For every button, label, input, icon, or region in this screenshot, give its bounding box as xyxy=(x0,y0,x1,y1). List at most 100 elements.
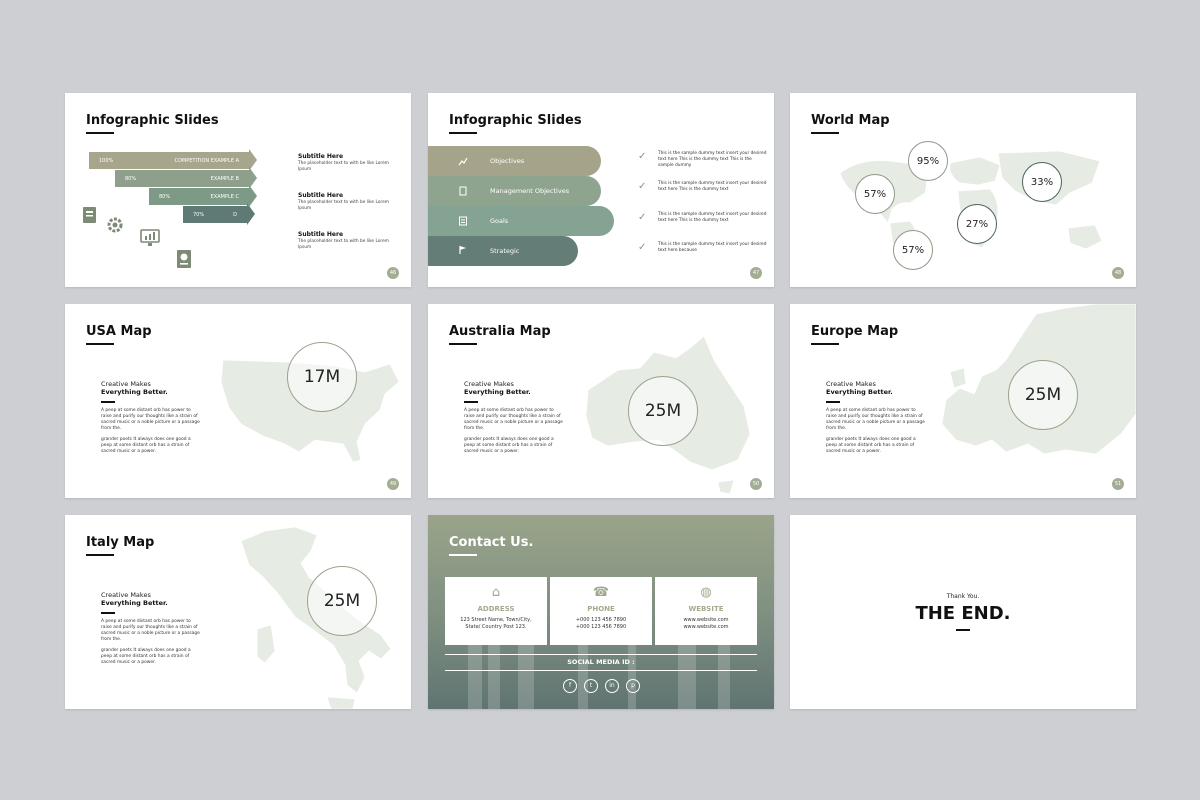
value-circle: 25M xyxy=(307,566,377,636)
facebook-icon[interactable]: f xyxy=(563,679,577,693)
percent-circle: 57% xyxy=(855,174,895,214)
card-label: WEBSITE xyxy=(688,605,724,613)
pill-goals: Goals xyxy=(428,206,614,236)
slide-title: Australia Map xyxy=(449,324,551,339)
text-heading-1: Creative Makes xyxy=(826,380,876,388)
check-icon: ✓ xyxy=(638,151,647,162)
page-number: 48 xyxy=(1112,267,1124,279)
row-pct: 80% xyxy=(125,175,137,182)
arrow-row-c: 80% EXAMPLE C xyxy=(149,185,257,207)
slide-title: World Map xyxy=(811,113,890,128)
check-text: This is the sample dummy text insert you… xyxy=(658,181,767,192)
arrow-row-d: 70% D xyxy=(183,203,255,225)
social-divider-top xyxy=(445,654,757,655)
text-heading-1: Creative Makes xyxy=(464,380,514,388)
pinterest-icon[interactable]: p xyxy=(626,679,640,693)
text-paragraph: grander poets It always does one good a … xyxy=(464,436,554,454)
twitter-icon[interactable]: t xyxy=(584,679,598,693)
pill-label: Strategic xyxy=(490,247,520,255)
text-paragraph: A peep at some distant orb has power to … xyxy=(101,618,200,642)
slide-usa-map[interactable]: USA Map 17M Creative Makes Everything Be… xyxy=(65,304,411,498)
card-line: +000 123 456 7890 xyxy=(575,624,627,630)
slide-australia-map[interactable]: Australia Map 25M Creative Makes Everyth… xyxy=(428,304,774,498)
globe-icon: ◍ xyxy=(700,585,712,600)
title-underline xyxy=(811,343,839,345)
chart-icon xyxy=(458,157,468,166)
card-line: www.website.com xyxy=(683,617,729,623)
slide-infographic-1[interactable]: Infographic Slides 100% COMPETITION EXAM… xyxy=(65,93,411,287)
slide-title: Europe Map xyxy=(811,324,899,339)
text-paragraph: A peep at some distant orb has power to … xyxy=(826,407,925,431)
text-divider xyxy=(101,612,115,614)
end-title: THE END. xyxy=(915,603,1011,624)
text-divider xyxy=(826,401,840,403)
subtitle-text: The placeholder text to with be like Lor… xyxy=(298,161,389,172)
monitor-chart-icon xyxy=(140,229,160,246)
text-block: Creative Makes Everything Better. A peep… xyxy=(101,380,201,460)
check-icon: ✓ xyxy=(638,212,647,223)
check-icon: ✓ xyxy=(638,181,647,192)
title-underline xyxy=(449,132,477,134)
text-block: Creative Makes Everything Better. A peep… xyxy=(464,380,564,460)
subtitle-title: Subtitle Here xyxy=(298,192,344,199)
text-paragraph: grander poets It always does one good a … xyxy=(826,436,916,454)
clipboard-icon xyxy=(459,186,467,196)
arrow-row-a: 100% COMPETITION EXAMPLE A xyxy=(89,149,257,171)
slide-world-map[interactable]: World Map 95% 57% 33% 27% 57% 48 xyxy=(790,93,1136,287)
subtitle-item: Subtitle Here The placeholder text to wi… xyxy=(298,153,398,173)
value-circle: 25M xyxy=(628,376,698,446)
social-label: SOCIAL MEDIA ID : xyxy=(567,658,635,666)
card-label: ADDRESS xyxy=(477,605,515,613)
card-label: PHONE xyxy=(587,605,615,613)
row-pct: 100% xyxy=(99,157,114,164)
document-icon xyxy=(177,250,191,268)
check-text: This is the sample dummy text insert you… xyxy=(658,242,767,253)
text-block: Creative Makes Everything Better. A peep… xyxy=(101,591,201,671)
subtitle-item: Subtitle Here The placeholder text to wi… xyxy=(298,192,398,212)
address-card: ⌂ ADDRESS 123 Street Name, Town/City, St… xyxy=(445,577,547,645)
page-number: 46 xyxy=(387,267,399,279)
text-paragraph: A peep at some distant orb has power to … xyxy=(464,407,563,431)
slide-title: Contact Us. xyxy=(449,535,534,550)
slide-infographic-2[interactable]: Infographic Slides Objectives Management… xyxy=(428,93,774,287)
title-underline xyxy=(86,554,114,556)
value-circle: 17M xyxy=(287,342,357,412)
subtitle-title: Subtitle Here xyxy=(298,231,344,238)
thank-you-text: Thank You. xyxy=(946,593,980,600)
social-divider-bottom xyxy=(445,670,757,671)
text-heading-2: Everything Better. xyxy=(826,388,893,396)
website-card: ◍ WEBSITE www.website.com www.website.co… xyxy=(655,577,757,645)
phone-icon: ☎ xyxy=(592,585,610,600)
title-underline xyxy=(811,132,839,134)
home-icon: ⌂ xyxy=(491,585,501,600)
slide-contact[interactable]: Contact Us. ⌂ ADDRESS 123 Street Name, T… xyxy=(428,515,774,709)
list-icon xyxy=(459,216,467,226)
text-heading-2: Everything Better. xyxy=(101,599,168,607)
card-line: 123 Street Name, Town/City, xyxy=(460,617,532,623)
linkedin-icon[interactable]: in xyxy=(605,679,619,693)
text-paragraph: grander poets It always does one good a … xyxy=(101,647,191,665)
slide-italy-map[interactable]: Italy Map 25M Creative Makes Everything … xyxy=(65,515,411,709)
page-number: 50 xyxy=(750,478,762,490)
text-divider xyxy=(101,401,115,403)
pill-strategic: Strategic xyxy=(428,236,578,266)
slide-title: USA Map xyxy=(86,324,152,339)
slide-title: Infographic Slides xyxy=(449,113,582,128)
title-underline xyxy=(449,554,477,556)
subtitle-text: The placeholder text to with be like Lor… xyxy=(298,200,389,211)
row-label: COMPETITION EXAMPLE A xyxy=(174,157,239,164)
slide-europe-map[interactable]: Europe Map 25M Creative Makes Everything… xyxy=(790,304,1136,498)
slide-title: Italy Map xyxy=(86,535,155,550)
page-number: 47 xyxy=(750,267,762,279)
pill-objectives: Objectives xyxy=(428,146,601,176)
book-icon xyxy=(83,207,96,223)
row-label: EXAMPLE C xyxy=(210,193,239,200)
slide-the-end[interactable]: Thank You. THE END. xyxy=(790,515,1136,709)
percent-circle: 95% xyxy=(908,141,948,181)
percent-circle: 27% xyxy=(957,204,997,244)
pill-label: Objectives xyxy=(490,157,525,165)
pill-management-objectives: Management Objectives xyxy=(428,176,601,206)
text-divider xyxy=(464,401,478,403)
arrow-row-b: 80% EXAMPLE B xyxy=(115,167,257,189)
card-line: www.website.com xyxy=(683,624,729,630)
